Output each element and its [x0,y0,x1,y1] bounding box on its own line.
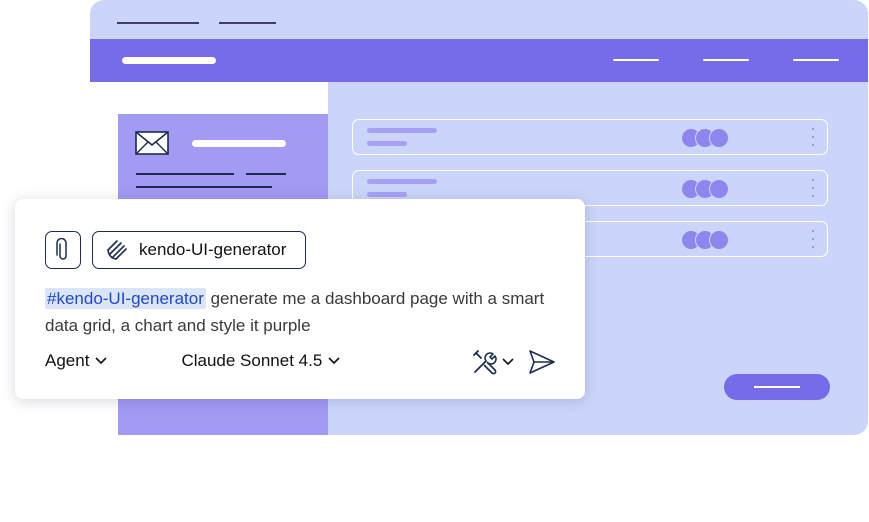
context-chip-label: kendo-UI-generator [139,240,287,259]
chevron-down-icon [95,357,108,365]
message-line [246,173,286,175]
avatar [709,179,729,199]
row-title-placeholder [367,128,437,133]
nav-item-placeholder [613,59,659,61]
mode-label: Agent [45,351,90,370]
kebab-menu-icon [811,230,815,250]
prompt-input[interactable]: #kendo-UI-generator generate me a dashbo… [45,285,565,339]
chevron-down-icon [502,358,514,366]
mail-icon [135,131,169,155]
message-line [136,186,272,188]
mode-dropdown[interactable]: Agent [45,351,108,371]
model-dropdown[interactable]: Claude Sonnet 4.5 [181,351,340,371]
tools-icon [473,350,497,375]
tools-button[interactable] [472,349,514,375]
paperclip-icon [56,238,67,260]
app-title-placeholder [122,57,216,64]
row-title-placeholder [367,179,437,184]
kebab-menu-icon [811,128,815,148]
model-label: Claude Sonnet 4.5 [181,351,323,370]
row-subtitle-placeholder [367,141,407,146]
top-tab-line [117,22,199,24]
row-subtitle-placeholder [367,192,407,197]
prompt-card: kendo-UI-generator #kendo-UI-generator g… [15,199,585,399]
generator-icon [107,240,127,260]
top-tab-line [219,22,276,24]
avatar [709,230,729,250]
nav-item-placeholder [703,59,749,61]
send-button[interactable] [528,349,556,380]
avatar [709,128,729,148]
attach-button[interactable] [45,231,81,269]
app-header-bar [90,39,868,82]
kebab-menu-icon [811,179,815,199]
message-line [136,173,234,175]
list-row [352,119,828,155]
nav-item-placeholder [793,59,839,61]
send-icon [529,350,555,374]
mention-tag: #kendo-UI-generator [45,288,206,309]
chevron-down-icon [328,357,340,365]
message-subject-placeholder [192,140,286,147]
action-button-illustration [724,374,830,400]
context-chip[interactable]: kendo-UI-generator [92,231,306,269]
